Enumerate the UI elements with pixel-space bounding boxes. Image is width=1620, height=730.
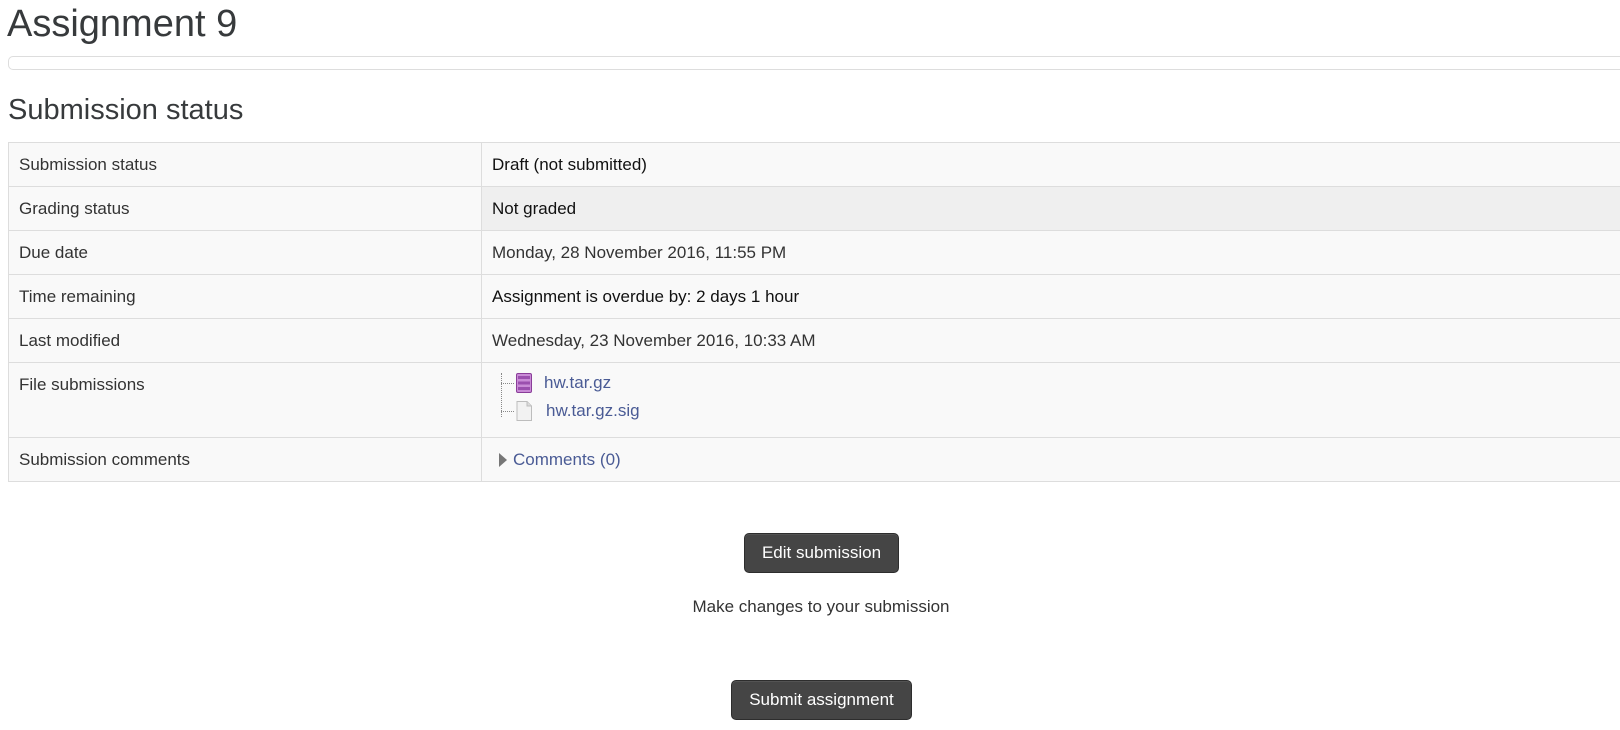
row-label-due-date: Due date <box>8 230 482 275</box>
row-label-file-submissions: File submissions <box>8 362 482 438</box>
file-tree: hw.tar.gz hw.tar.gz.sig <box>494 369 1620 431</box>
submission-status-value: Draft (not submitted) <box>481 142 1620 187</box>
tree-connector <box>501 383 514 384</box>
caret-right-icon <box>499 452 507 467</box>
table-row: Submission status Draft (not submitted) <box>8 142 1620 187</box>
edit-submission-help-text: Make changes to your submission <box>692 597 950 616</box>
row-label-submission-status: Submission status <box>8 142 482 187</box>
edit-submission-button[interactable]: Edit submission <box>744 533 899 573</box>
section-title: Submission status <box>8 94 244 126</box>
last-modified-value: Wednesday, 23 November 2016, 10:33 AM <box>481 318 1620 363</box>
tree-connector <box>501 411 514 412</box>
table-row: Due date Monday, 28 November 2016, 11:55… <box>8 230 1620 275</box>
row-label-submission-comments: Submission comments <box>8 437 482 482</box>
table-row: File submissions hw.tar.gz hw.tar.gz.sig <box>8 362 1620 438</box>
row-label-time-remaining: Time remaining <box>8 274 482 319</box>
assignment-intro-box <box>8 56 1620 70</box>
submission-status-table: Submission status Draft (not submitted) … <box>8 142 1620 482</box>
comments-link[interactable]: Comments (0) <box>513 450 621 470</box>
row-label-grading-status: Grading status <box>8 186 482 231</box>
table-row: Time remaining Assignment is overdue by:… <box>8 274 1620 319</box>
submission-comments-value: Comments (0) <box>481 437 1620 482</box>
comments-toggle[interactable]: Comments (0) <box>492 450 1620 470</box>
assignment-page: Assignment 9 Submission status Submissio… <box>0 0 1620 730</box>
file-item: hw.tar.gz <box>516 371 611 395</box>
table-row: Submission comments Comments (0) <box>8 437 1620 482</box>
time-remaining-value: Assignment is overdue by: 2 days 1 hour <box>481 274 1620 319</box>
row-label-last-modified: Last modified <box>8 318 482 363</box>
table-row: Last modified Wednesday, 23 November 201… <box>8 318 1620 363</box>
submit-assignment-button[interactable]: Submit assignment <box>731 680 912 720</box>
grading-status-value: Not graded <box>481 186 1620 231</box>
table-row: Grading status Not graded <box>8 186 1620 231</box>
generic-file-icon <box>516 401 532 421</box>
file-link-hw-tar-gz[interactable]: hw.tar.gz <box>544 373 611 393</box>
file-submissions-value: hw.tar.gz hw.tar.gz.sig <box>481 362 1620 438</box>
page-title: Assignment 9 <box>7 3 238 45</box>
due-date-value: Monday, 28 November 2016, 11:55 PM <box>481 230 1620 275</box>
file-link-hw-tar-gz-sig[interactable]: hw.tar.gz.sig <box>546 401 640 421</box>
archive-file-icon <box>516 373 532 393</box>
file-item: hw.tar.gz.sig <box>516 399 640 423</box>
